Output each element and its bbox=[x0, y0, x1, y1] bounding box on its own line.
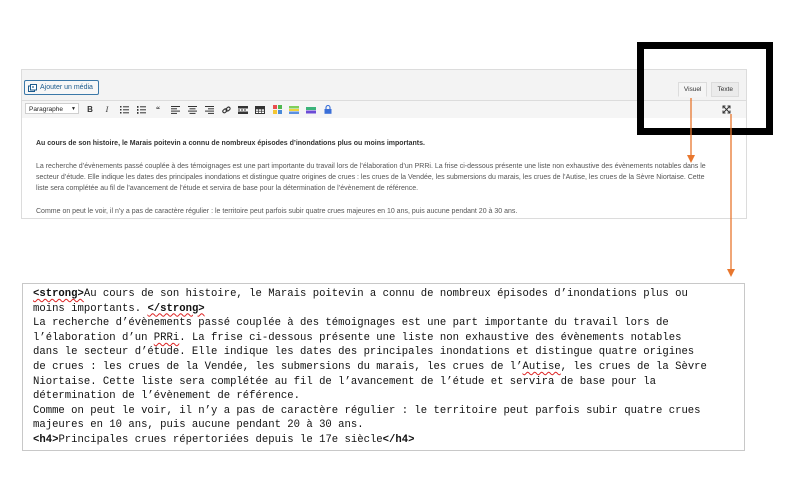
code-line: dans le secteur d’étude. Elle indique le… bbox=[33, 346, 695, 359]
code-text: de crues : les crues de la Vendée, les s… bbox=[33, 360, 523, 373]
table-icon[interactable] bbox=[254, 104, 266, 115]
code-tag: </h4> bbox=[382, 433, 415, 446]
html-code-panel: <strong>Au cours de son histoire, le Mar… bbox=[22, 283, 745, 451]
code-text: Principales crues répertoriées depuis le… bbox=[58, 433, 383, 446]
code-line: <strong>Au cours de son histoire, le Mar… bbox=[33, 287, 734, 302]
link-icon[interactable] bbox=[220, 104, 232, 115]
italic-icon[interactable]: I bbox=[101, 104, 113, 115]
format-select-value: Paragraphe bbox=[29, 106, 63, 113]
format-select[interactable]: Paragraphe ▼ bbox=[25, 103, 79, 114]
code-line: de crues : les crues de la Vendée, les s… bbox=[33, 360, 734, 375]
highlight-icon[interactable] bbox=[305, 104, 317, 115]
add-media-button[interactable]: Ajouter un média bbox=[24, 80, 99, 95]
align-right-icon[interactable] bbox=[203, 104, 215, 115]
code-line: l’élaboration d’un PRRi. La frise ci-des… bbox=[33, 331, 734, 346]
align-left-icon[interactable] bbox=[169, 104, 181, 115]
table-color-icon[interactable] bbox=[271, 104, 283, 115]
code-tag: </strong> bbox=[147, 302, 205, 315]
code-text: l’élaboration d’un bbox=[33, 331, 154, 344]
code-text: moins importants. bbox=[33, 302, 148, 315]
code-tag: <h4> bbox=[33, 433, 59, 446]
content-paragraph: La recherche d’évènements passé couplée … bbox=[36, 163, 706, 192]
code-line: Comme on peut le voir, il n’y a pas de c… bbox=[33, 404, 701, 417]
code-line: Niortaise. Cette liste sera complétée au… bbox=[33, 375, 657, 388]
content-heading: Au cours de son histoire, le Marais poit… bbox=[36, 140, 425, 147]
code-text: , les crues de la Sèvre bbox=[560, 360, 707, 373]
annotation-box bbox=[637, 42, 773, 135]
code-line: <h4>Principales crues répertoriées depui… bbox=[33, 433, 734, 448]
chevron-down-icon: ▼ bbox=[71, 106, 76, 112]
code-text: . La frise ci-dessous présente une liste… bbox=[179, 331, 682, 344]
media-icon bbox=[28, 83, 37, 92]
code-line: majeures en 10 ans, puis aucune pendant … bbox=[33, 419, 364, 432]
blockquote-icon[interactable]: “ bbox=[152, 104, 164, 115]
align-center-icon[interactable] bbox=[186, 104, 198, 115]
add-media-label: Ajouter un média bbox=[40, 84, 93, 91]
code-text: Autise bbox=[522, 360, 561, 373]
numbered-list-icon[interactable] bbox=[135, 104, 147, 115]
code-line: moins importants. </strong> bbox=[33, 302, 734, 317]
lock-icon[interactable] bbox=[322, 104, 334, 115]
code-line: détermination de l’évènement de référenc… bbox=[33, 390, 301, 403]
code-text: PRRi bbox=[153, 331, 180, 344]
code-line: La recherche d’évènements passé couplée … bbox=[33, 317, 669, 330]
toolbar-icons: B I “ bbox=[84, 104, 334, 115]
bullet-list-icon[interactable] bbox=[118, 104, 130, 115]
insert-more-icon[interactable] bbox=[237, 104, 249, 115]
colors-icon[interactable] bbox=[288, 104, 300, 115]
code-text: Au cours de son histoire, le Marais poit… bbox=[83, 288, 688, 300]
content-trailing-paragraph: Comme on peut le voir, il n’y a pas de c… bbox=[36, 208, 518, 215]
bold-icon[interactable]: B bbox=[84, 104, 96, 115]
code-tag: <strong> bbox=[33, 288, 84, 300]
